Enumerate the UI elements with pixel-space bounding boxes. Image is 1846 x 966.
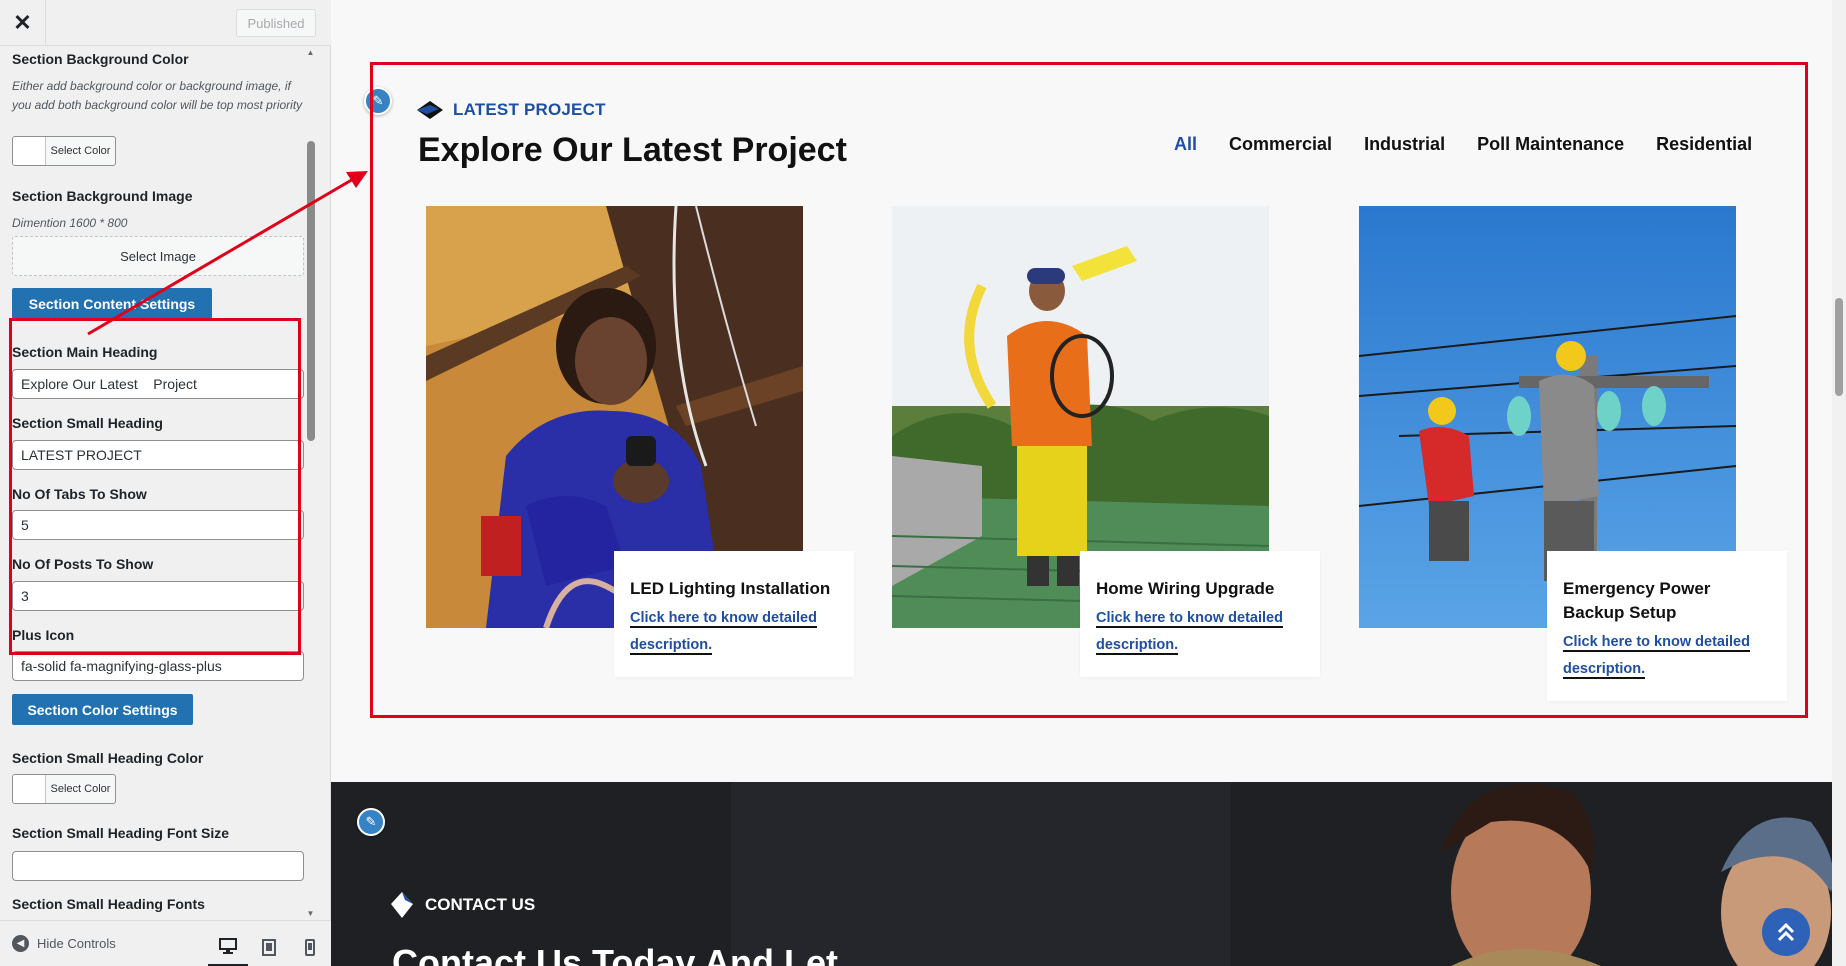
main-heading-input[interactable]: Explore Our Latest Project <box>12 369 304 399</box>
project-card-title: Home Wiring Upgrade <box>1096 579 1275 598</box>
customizer-header: ✕ Published <box>0 0 331 46</box>
small-heading-font-size-input[interactable] <box>12 851 304 881</box>
color-swatch <box>13 137 46 165</box>
sidebar-scrollbar-thumb[interactable] <box>307 141 315 441</box>
contact-background-image <box>331 782 1832 966</box>
customizer-controls-panel[interactable]: Section Background Color Either add back… <box>0 46 331 920</box>
small-heading-fonts-title: Section Small Heading Fonts <box>12 896 205 912</box>
bg-color-title: Section Background Color <box>12 51 189 67</box>
scroll-down-arrow-icon[interactable]: ▼ <box>304 907 317 920</box>
small-heading-color-picker-button[interactable]: Select Color <box>12 774 116 804</box>
tab-commercial[interactable]: Commercial <box>1229 134 1332 155</box>
sidebar-scrollbar[interactable]: ▲ ▼ <box>304 46 317 920</box>
contact-small-heading-row: CONTACT US <box>389 890 535 920</box>
preview-scrollbar[interactable] <box>1832 0 1846 966</box>
plus-icon-input[interactable]: fa-solid fa-magnifying-glass-plus <box>12 651 304 681</box>
project-main-heading: Explore Our Latest Project <box>418 131 847 169</box>
select-image-button[interactable]: Select Image <box>12 236 304 276</box>
project-card-info: LED Lighting Installation Click here to … <box>614 551 854 677</box>
select-color-label: Select Color <box>50 783 111 795</box>
bg-image-title: Section Background Image <box>12 188 193 204</box>
plus-icon-title: Plus Icon <box>12 627 75 643</box>
small-heading-row: LATEST PROJECT <box>415 99 606 121</box>
tab-residential[interactable]: Residential <box>1656 134 1752 155</box>
close-icon[interactable]: ✕ <box>0 0 46 46</box>
arrow-left-circle-icon: ◀ <box>12 935 29 952</box>
site-preview[interactable]: ✎ LATEST PROJECT Explore Our Latest Proj… <box>331 0 1846 966</box>
small-heading-font-size-title: Section Small Heading Font Size <box>12 825 230 841</box>
main-heading-title: Section Main Heading <box>12 344 158 360</box>
customizer-footer: ◀ Hide Controls <box>0 920 331 966</box>
small-heading-color-title: Section Small Heading Color <box>12 750 204 766</box>
preview-scrollbar-thumb[interactable] <box>1835 298 1843 396</box>
tab-all[interactable]: All <box>1174 134 1197 155</box>
contact-small-heading: CONTACT US <box>425 895 536 914</box>
project-card-title: LED Lighting Installation <box>630 579 831 598</box>
posts-count-title: No Of Posts To Show <box>12 556 154 572</box>
color-settings-button[interactable]: Section Color Settings <box>12 694 193 725</box>
hide-controls-button[interactable]: ◀ Hide Controls <box>12 935 116 952</box>
project-card: LED Lighting Installation Click here to … <box>426 206 856 706</box>
contact-main-heading: Contact Us Today And Let <box>392 942 839 966</box>
project-card: Home Wiring Upgrade Click here to know d… <box>892 206 1322 706</box>
desktop-preview-icon[interactable] <box>208 927 248 966</box>
color-swatch <box>13 775 46 803</box>
bg-color-picker-button[interactable]: Select Color <box>12 136 116 166</box>
contact-section: ✎ CONTACT US Contact Us Today And Let <box>331 782 1832 966</box>
edit-pencil-icon[interactable]: ✎ <box>364 87 392 115</box>
mobile-preview-icon[interactable] <box>290 927 330 966</box>
latest-project-section: ✎ LATEST PROJECT Explore Our Latest Proj… <box>331 0 1832 782</box>
tab-poll-maintenance[interactable]: Poll Maintenance <box>1477 134 1624 155</box>
double-chevron-up-icon <box>1777 922 1795 942</box>
hide-controls-label: Hide Controls <box>37 936 116 951</box>
project-card: Emergency Power Backup Setup Click here … <box>1359 206 1789 706</box>
diamond-logo-icon <box>391 892 413 918</box>
project-card-link[interactable]: Click here to know detailed description. <box>630 610 817 655</box>
scroll-up-arrow-icon[interactable]: ▲ <box>304 46 317 59</box>
tabs-count-input[interactable]: 5 <box>12 510 304 540</box>
project-card-title: Emergency Power Backup Setup <box>1563 579 1711 622</box>
tabs-count-title: No Of Tabs To Show <box>12 486 147 502</box>
customizer-sidebar: ✕ Published Section Background Color Eit… <box>0 0 331 966</box>
project-card-info: Emergency Power Backup Setup Click here … <box>1547 551 1787 701</box>
project-filter-tabs: All Commercial Industrial Poll Maintenan… <box>1174 134 1784 155</box>
edit-pencil-icon[interactable]: ✎ <box>357 808 385 836</box>
content-settings-button[interactable]: Section Content Settings <box>12 288 212 319</box>
diamond-logo-icon <box>417 101 443 119</box>
project-small-heading: LATEST PROJECT <box>453 100 606 119</box>
small-heading-input[interactable]: LATEST PROJECT <box>12 440 304 470</box>
small-heading-title: Section Small Heading <box>12 415 163 431</box>
project-card-link[interactable]: Click here to know detailed description. <box>1096 610 1283 655</box>
tablet-preview-icon[interactable] <box>249 927 289 966</box>
published-button[interactable]: Published <box>236 9 316 37</box>
tab-industrial[interactable]: Industrial <box>1364 134 1445 155</box>
bg-image-description: Dimention 1600 * 800 <box>12 216 128 230</box>
scroll-to-top-button[interactable] <box>1762 908 1810 956</box>
bg-color-description: Either add background color or backgroun… <box>12 79 303 112</box>
project-card-info: Home Wiring Upgrade Click here to know d… <box>1080 551 1320 677</box>
select-color-label: Select Color <box>50 145 111 157</box>
project-card-link[interactable]: Click here to know detailed description. <box>1563 634 1750 679</box>
posts-count-input[interactable]: 3 <box>12 581 304 611</box>
